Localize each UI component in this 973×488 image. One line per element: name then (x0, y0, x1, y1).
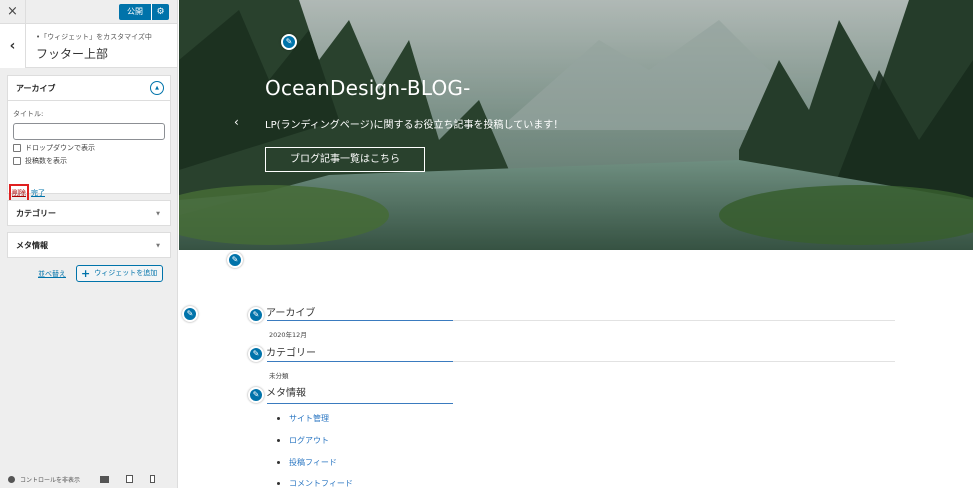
edit-site-identity-pencil-icon[interactable]: ✎ (281, 34, 297, 50)
meta-link-posts-feed[interactable]: 投稿フィード (277, 457, 337, 468)
title-field-label: タイトル: (13, 110, 44, 118)
breadcrumb: •「ウィジェット」をカスタマイズ中 (36, 33, 152, 41)
dropdown-checkbox[interactable] (13, 144, 21, 152)
bullet (277, 482, 280, 485)
widget-category-header[interactable]: カテゴリー ▼ (8, 201, 170, 225)
widget-meta-title: メタ情報 (16, 241, 48, 250)
edit-footer-pencil-icon[interactable]: ✎ (182, 306, 198, 322)
edit-category-pencil-icon[interactable]: ✎ (248, 346, 264, 362)
edit-meta-pencil-icon[interactable]: ✎ (248, 387, 264, 403)
publish-button[interactable]: 公開 (119, 4, 151, 20)
hero-banner: ✎ ‹ OceanDesign-BLOG- LP(ランディングページ)に関するお… (179, 0, 973, 250)
done-widget-link[interactable]: 完了 (31, 188, 45, 198)
blog-list-button[interactable]: ブログ記事一覧はこちら (265, 147, 425, 172)
meta-link-label[interactable]: 投稿フィード (289, 457, 337, 468)
meta-divider (267, 403, 453, 404)
plus-icon: + (81, 267, 91, 280)
meta-link-label[interactable]: サイト管理 (289, 413, 329, 424)
meta-link-comments-feed[interactable]: コメントフィード (277, 478, 353, 488)
collapse-widget-icon[interactable]: ▲ (150, 81, 164, 95)
widget-archive-body: タイトル: ドロップダウンで表示 投稿数を表示 削除 完了 (8, 100, 170, 202)
post-count-checkbox[interactable] (13, 157, 21, 165)
edit-archive-pencil-icon[interactable]: ✎ (248, 307, 264, 323)
panel-title: フッター上部 (36, 47, 109, 61)
hide-controls-label[interactable]: コントロールを非表示 (20, 475, 80, 484)
tablet-preview-icon[interactable] (126, 475, 134, 483)
meta-link-label[interactable]: コメントフィード (289, 478, 353, 488)
publish-group: 公開 ⚙ (119, 4, 169, 20)
customizer-topbar: × 公開 ⚙ (0, 0, 177, 24)
category-divider-light (453, 361, 895, 362)
widget-archive-header[interactable]: アーカイブ ▲ (8, 76, 170, 100)
widget-meta[interactable]: メタ情報 ▼ (7, 232, 171, 258)
customizer-sidebar: × 公開 ⚙ ‹ •「ウィジェット」をカスタマイズ中 フッター上部 アーカイブ … (0, 0, 178, 488)
add-widget-button[interactable]: + ウィジェットを追加 (76, 265, 164, 282)
bullet (277, 461, 280, 464)
dropdown-option[interactable]: ドロップダウンで表示 (13, 143, 165, 153)
publish-settings-gear-icon[interactable]: ⚙ (151, 4, 169, 20)
meta-link-site-admin[interactable]: サイト管理 (277, 413, 329, 424)
widget-category-title: カテゴリー (16, 209, 56, 218)
meta-link-label[interactable]: ログアウト (289, 435, 329, 446)
site-tagline: LP(ランディングページ)に関するお役立ち記事を投稿しています！ (265, 120, 564, 131)
category-divider (267, 361, 453, 362)
widget-meta-header[interactable]: メタ情報 ▼ (8, 233, 170, 257)
expand-arrow-icon[interactable]: ▼ (156, 243, 160, 249)
widget-archive-title: アーカイブ (16, 84, 56, 93)
post-count-checkbox-label: 投稿数を表示 (25, 157, 67, 165)
footer-archive-title: アーカイブ (266, 308, 316, 319)
footer-category-title: カテゴリー (266, 348, 316, 359)
mobile-preview-icon[interactable] (150, 475, 156, 483)
meta-link-logout[interactable]: ログアウト (277, 435, 329, 446)
archive-divider (267, 320, 453, 321)
title-input[interactable] (13, 123, 165, 140)
add-widget-label: ウィジェットを追加 (94, 269, 158, 277)
bullet (277, 439, 280, 442)
customizer-footer: コントロールを非表示 (0, 470, 178, 488)
edit-area-pencil-icon[interactable]: ✎ (227, 252, 243, 268)
widget-category[interactable]: カテゴリー ▼ (7, 200, 171, 226)
dropdown-checkbox-label: ドロップダウンで表示 (25, 144, 95, 152)
widget-archive: アーカイブ ▲ タイトル: ドロップダウンで表示 投稿数を表示 削除 完了 (7, 75, 171, 202)
site-title[interactable]: OceanDesign-BLOG- (265, 76, 471, 100)
site-preview: ✎ ‹ OceanDesign-BLOG- LP(ランディングページ)に関するお… (179, 0, 973, 488)
post-count-option[interactable]: 投稿数を表示 (13, 156, 165, 166)
category-item[interactable]: 未分類 (269, 370, 289, 380)
panel-header: ‹ •「ウィジェット」をカスタマイズ中 フッター上部 (0, 24, 177, 68)
desktop-preview-icon[interactable] (100, 475, 110, 483)
close-customizer-button[interactable]: × (0, 0, 26, 24)
widget-area-actions: 並べ替え + ウィジェットを追加 (38, 265, 164, 282)
back-button[interactable]: ‹ (0, 24, 26, 68)
hide-controls-icon[interactable] (8, 475, 15, 483)
bullet (277, 417, 280, 420)
slider-prev-arrow-icon[interactable]: ‹ (234, 115, 239, 129)
archive-item[interactable]: 2020年12月 (269, 329, 307, 339)
archive-divider-light (453, 320, 895, 321)
footer-meta-title: メタ情報 (266, 388, 306, 399)
expand-arrow-icon[interactable]: ▼ (156, 211, 160, 217)
reorder-widgets-link[interactable]: 並べ替え (38, 269, 66, 279)
